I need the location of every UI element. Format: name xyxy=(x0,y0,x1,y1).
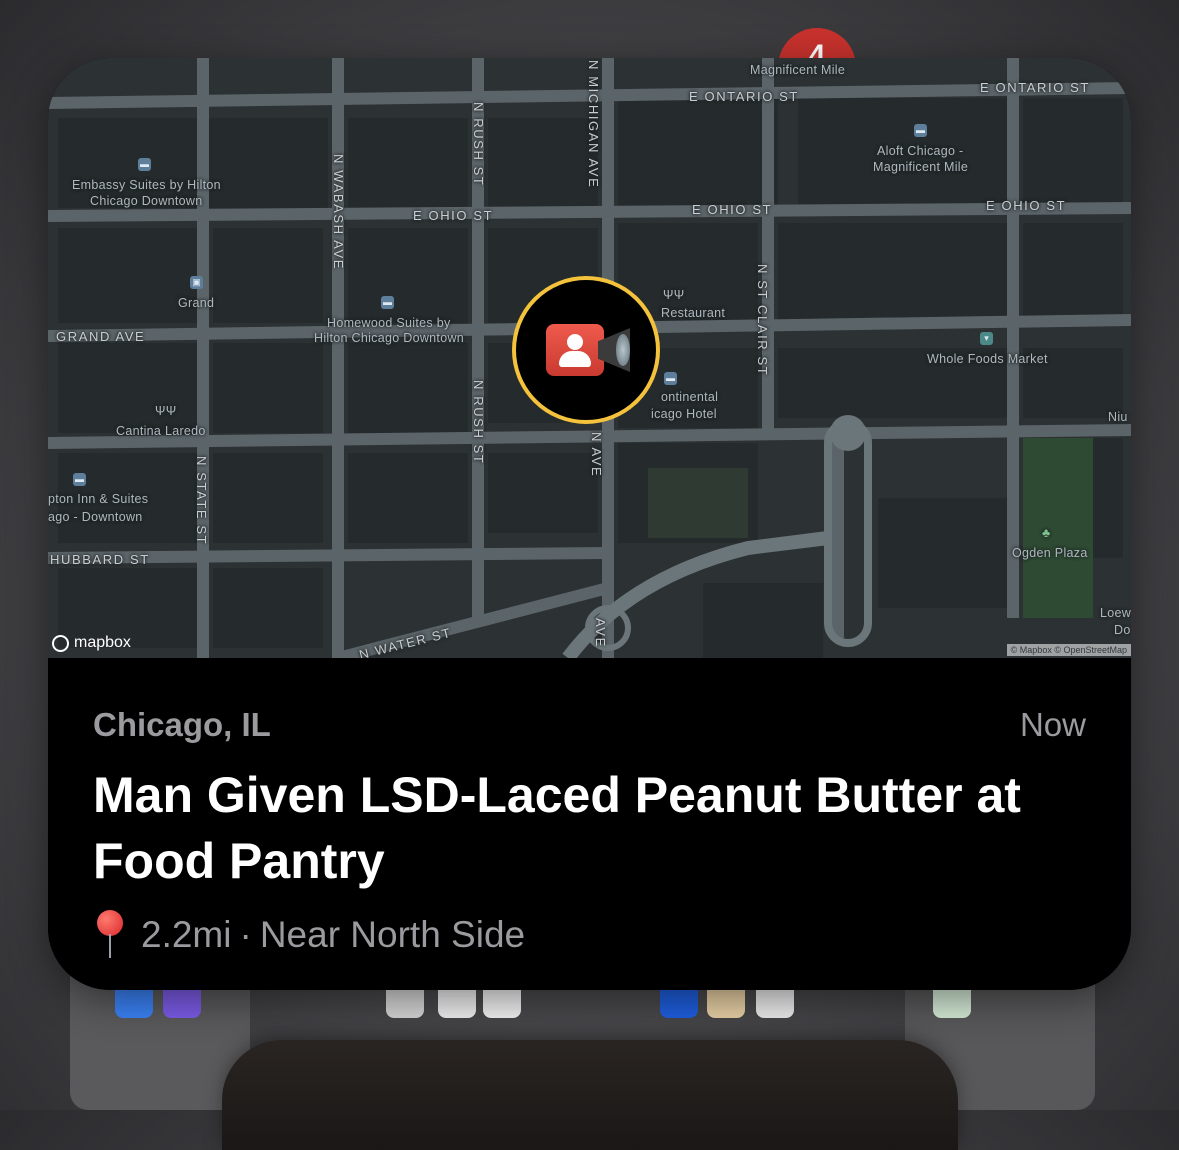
poi-aloft-line2: Magnificent Mile xyxy=(873,160,969,174)
hotel-icon: ▬ xyxy=(914,124,927,137)
poi-whole-foods: Whole Foods Market xyxy=(927,352,1048,366)
poi-continental-line1: ontinental xyxy=(661,390,719,404)
street-n-state-st: N STATE ST xyxy=(194,456,209,546)
street-e-ontario-1: E ONTARIO ST xyxy=(689,89,799,104)
poi-hampton-line1: pton Inn & Suites xyxy=(48,492,149,506)
app-icon-purple[interactable] xyxy=(163,988,201,1018)
poi-aloft-line1: Aloft Chicago - xyxy=(877,144,964,158)
street-n-rush-st-1: N RUSH ST xyxy=(471,102,486,187)
street-ave: AVE xyxy=(593,618,608,648)
notification-body[interactable]: Chicago, IL Now Man Given LSD-Laced Pean… xyxy=(48,658,1131,990)
hotel-icon: ▬ xyxy=(381,296,394,309)
poi-magnificent-mile: Magnificent Mile xyxy=(750,63,846,77)
notification-title: Man Given LSD-Laced Peanut Butter at Foo… xyxy=(93,767,1021,889)
hotel-icon: ▬ xyxy=(138,158,151,171)
park-icon: ♣ xyxy=(1042,526,1051,540)
street-e-ontario-2: E ONTARIO ST xyxy=(980,80,1090,95)
app-icon-ebay[interactable] xyxy=(756,988,794,1018)
poi-embassy-line2: Chicago Downtown xyxy=(90,194,203,208)
mapbox-label: mapbox xyxy=(74,634,131,651)
app-icon-numbers[interactable] xyxy=(933,988,971,1018)
map-attribution[interactable]: © Mapbox © OpenStreetMap xyxy=(1006,644,1131,656)
street-n-st-clair-st: N ST CLAIR ST xyxy=(755,264,770,377)
meta-separator: · xyxy=(239,914,252,955)
map-view[interactable]: Magnificent Mile E ONTARIO ST E ONTARIO … xyxy=(48,58,1131,662)
street-hubbard-st: HUBBARD ST xyxy=(50,552,150,567)
app-icon-amazon[interactable] xyxy=(707,988,745,1018)
poi-restaurant: Restaurant xyxy=(661,306,726,320)
grocery-icon: ▾ xyxy=(980,332,993,345)
poi-ogden-plaza: Ogden Plaza xyxy=(1012,546,1088,560)
poi-loews-line1: Loew xyxy=(1100,606,1131,620)
poi-niu: Niu xyxy=(1108,410,1128,424)
street-n-wabash-ave: N WABASH AVE xyxy=(331,154,346,271)
street-grand-ave: GRAND AVE xyxy=(56,329,146,344)
poi-homewood-line2: Hilton Chicago Downtown xyxy=(314,331,465,345)
poi-homewood-line1: Homewood Suites by xyxy=(327,316,451,330)
street-e-ohio-2: E OHIO ST xyxy=(692,202,773,217)
background-app-switcher-card xyxy=(222,1040,958,1150)
incident-pin[interactable] xyxy=(512,276,660,424)
restaurant-icon: ΨΨ xyxy=(663,288,685,302)
mapbox-logo[interactable]: mapbox xyxy=(52,634,131,652)
poi-continental-line2: icago Hotel xyxy=(651,407,717,421)
app-icon-blue[interactable] xyxy=(115,988,153,1018)
notification-card[interactable]: Magnificent Mile E ONTARIO ST E ONTARIO … xyxy=(48,58,1131,990)
street-n-rush-st-2: N RUSH ST xyxy=(471,380,486,465)
notification-meta: 2.2mi · Near North Side xyxy=(93,910,525,960)
street-e-ohio-3: E OHIO ST xyxy=(986,198,1067,213)
poi-loews-line2: Do xyxy=(1114,623,1131,637)
hotel-icon: ▬ xyxy=(664,372,677,385)
restaurant-icon: ΨΨ xyxy=(155,404,177,418)
mapbox-icon xyxy=(52,634,69,652)
notification-distance: 2.2mi xyxy=(141,914,232,955)
poi-embassy-line1: Embassy Suites by Hilton xyxy=(72,178,221,192)
street-n-michigan-ave: N MICHIGAN AVE xyxy=(586,60,601,189)
notification-time: Now xyxy=(1019,706,1086,743)
app-icon-clock[interactable] xyxy=(483,988,521,1018)
poi-grand: Grand xyxy=(178,296,215,310)
notification-location: Chicago, IL xyxy=(93,706,271,743)
app-icon-zillow[interactable] xyxy=(660,988,698,1018)
street-e-ohio-1: E OHIO ST xyxy=(413,208,494,223)
transit-icon: ▣ xyxy=(190,276,203,289)
hotel-icon: ▬ xyxy=(73,473,86,486)
notification-neighborhood: Near North Side xyxy=(259,914,526,955)
pushpin-icon xyxy=(93,910,127,960)
street-n-ave: N AVE xyxy=(589,432,604,478)
app-icon-calculator[interactable] xyxy=(386,988,424,1018)
app-icon-health[interactable] xyxy=(438,988,476,1018)
poi-hampton-line2: ago - Downtown xyxy=(48,510,143,524)
poi-cantina: Cantina Laredo xyxy=(116,424,206,438)
